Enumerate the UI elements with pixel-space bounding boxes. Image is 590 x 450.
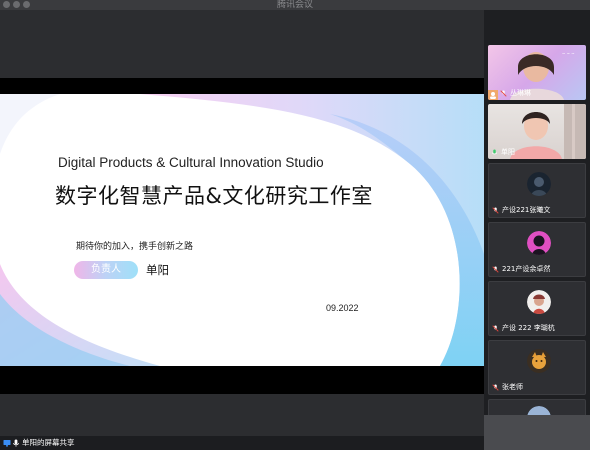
slide-background-waves (0, 94, 484, 366)
participant-tile[interactable]: 张老师 (488, 340, 586, 395)
pink-figure-icon (527, 231, 551, 255)
role-badge: 负责人 (74, 261, 138, 279)
screen-share-label: 单阳的屏幕共享 (22, 438, 75, 447)
participant-name: 丛琳琳 (510, 89, 531, 97)
screen-share-icon (3, 440, 11, 447)
mic-muted-icon (500, 90, 507, 97)
participants-panel: ~ ~ ~ 丛琳琳 单阳 产设221张曦文 221产设余卓然 产设 222 李瑚… (484, 10, 590, 450)
title-bar: 腾讯会议 (0, 0, 590, 10)
slide-frame: Digital Products & Cultural Innovation S… (0, 78, 484, 394)
dark-person-icon (527, 172, 551, 196)
participant-name: 产设 222 李瑚杭 (502, 324, 555, 332)
presenter-name: 单阳 (146, 263, 169, 277)
shared-screen-area: Digital Products & Cultural Innovation S… (0, 10, 484, 450)
mic-muted-icon (492, 325, 499, 332)
mic-muted-icon (492, 207, 499, 214)
participant-name: 221产设余卓然 (502, 265, 551, 273)
participant-tile[interactable]: ~ ~ ~ 丛琳琳 (488, 45, 586, 100)
participant-tile[interactable]: 221产设余卓然 (488, 222, 586, 277)
participant-tile[interactable]: 单阳 (488, 104, 586, 159)
slide-title-english: Digital Products & Cultural Innovation S… (58, 155, 324, 170)
presentation-slide: Digital Products & Cultural Innovation S… (0, 94, 484, 366)
participant-name: 单阳 (501, 148, 515, 156)
participant-tile[interactable]: 产设 222 李瑚杭 (488, 281, 586, 336)
svg-text:~ ~ ~: ~ ~ ~ (562, 51, 575, 56)
sketch-avatar-icon (527, 290, 551, 314)
slide-title-chinese: 数字化智慧产品&文化研究工作室 (55, 184, 373, 208)
screen-share-indicator[interactable]: 单阳的屏幕共享 (0, 436, 484, 450)
participant-tile[interactable]: 产设221张曦文 (488, 163, 586, 218)
slide-date: 09.2022 (326, 303, 359, 313)
participant-name: 张老师 (502, 383, 523, 391)
participant-name: 产设221张曦文 (502, 206, 551, 214)
mic-muted-icon (492, 266, 499, 273)
mic-muted-icon (492, 384, 499, 391)
slide-tagline: 期待你的加入，携手创新之路 (76, 242, 194, 252)
window-title: 腾讯会议 (276, 0, 313, 10)
panel-bottom-area (484, 415, 590, 450)
mic-active-icon (492, 149, 497, 155)
host-badge-icon (488, 90, 498, 100)
orange-cat-icon (527, 349, 551, 373)
microphone-icon (13, 439, 19, 447)
